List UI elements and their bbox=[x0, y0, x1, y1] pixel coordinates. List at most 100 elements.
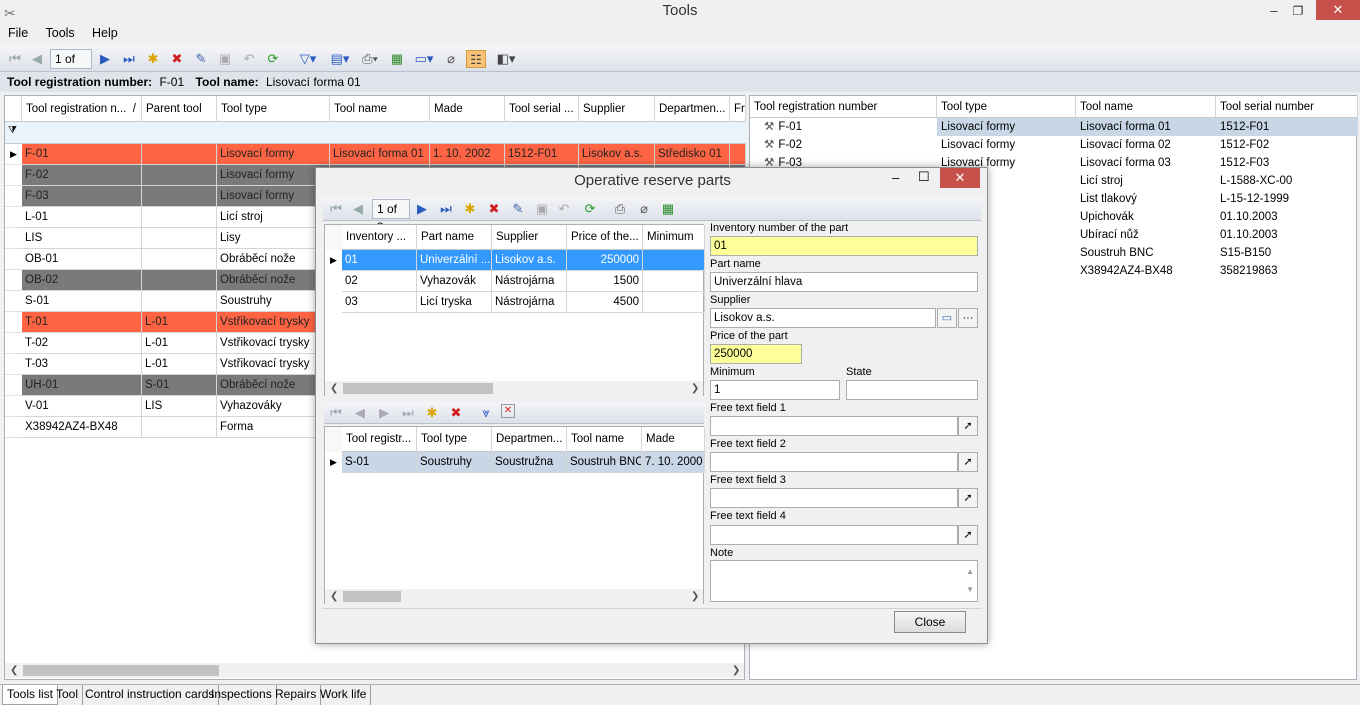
lt-scroll-thumb[interactable] bbox=[343, 591, 401, 602]
sub-first-icon[interactable]: ⏮ bbox=[327, 404, 345, 422]
col-header-dept[interactable]: Departmen... bbox=[655, 96, 730, 122]
delete-record-icon[interactable]: ✖ bbox=[168, 50, 186, 68]
prev-record-icon[interactable]: ◀ bbox=[28, 50, 46, 68]
col-header-fr[interactable]: Fr bbox=[730, 96, 746, 122]
scroll-thumb[interactable] bbox=[23, 665, 219, 676]
supplier-lookup-icon[interactable]: ▭ bbox=[937, 308, 957, 328]
tab-tools-list[interactable]: Tools list bbox=[2, 685, 59, 705]
minimum-field[interactable]: 1 bbox=[710, 380, 840, 400]
tab-control-instruction-cards[interactable]: Control instruction cards bbox=[81, 685, 220, 705]
restore-button[interactable]: ❐ bbox=[1288, 0, 1308, 22]
linked-tool-row[interactable]: ▶ S-01 Soustruhy Soustružna Soustruh BNC 7. 1… bbox=[325, 452, 705, 473]
supplier-more-button[interactable]: ··· bbox=[958, 308, 978, 328]
part-name-field[interactable]: Univerzální hlava bbox=[710, 272, 978, 292]
parts-scroll-left-icon[interactable]: ❮ bbox=[330, 381, 338, 396]
col-header-name[interactable]: Tool name bbox=[330, 96, 430, 122]
edit-record-icon[interactable]: ✎ bbox=[192, 50, 210, 68]
free-text-2-field[interactable] bbox=[710, 452, 958, 472]
note-field[interactable]: ▲ ▼ bbox=[710, 560, 978, 602]
refresh-icon[interactable]: ⟳ bbox=[264, 50, 282, 68]
menu-tools[interactable]: Tools bbox=[39, 22, 82, 44]
tree-row[interactable]: ⚒ F-01 Lisovací formy Lisovací forma 01 1512… bbox=[750, 118, 1358, 136]
parts-header-inv[interactable]: Inventory ... bbox=[342, 225, 417, 250]
dlg-refresh-icon[interactable]: ⟳ bbox=[581, 200, 599, 218]
parts-scroll-right-icon[interactable]: ❯ bbox=[691, 381, 699, 396]
lt-header-name[interactable]: Tool name bbox=[567, 427, 642, 452]
table-row[interactable]: ▶ F-01 Lisovací formy Lisovací forma 01 1. 1… bbox=[5, 144, 746, 165]
sub-delete-icon[interactable]: ✖ bbox=[447, 404, 465, 422]
dlg-save-icon[interactable]: ▣ bbox=[533, 200, 551, 218]
tree-row[interactable]: ⚒ F-02 Lisovací formy Lisovací forma 02 1512… bbox=[750, 136, 1358, 154]
parts-hscroll[interactable]: ❮ ❯ bbox=[325, 381, 703, 396]
export-excel-icon[interactable]: ▦ bbox=[388, 50, 406, 68]
tree-header-name[interactable]: Tool name bbox=[1076, 96, 1216, 118]
view-icon[interactable]: ▭▾ bbox=[412, 50, 436, 68]
sub-expand-icon[interactable]: ⩔ bbox=[477, 404, 495, 422]
supplier-field[interactable]: Lisokov a.s. bbox=[710, 308, 936, 328]
parts-header-price[interactable]: Price of the... bbox=[567, 225, 643, 250]
main-grid-hscroll[interactable]: ❮ ❯ bbox=[5, 663, 744, 678]
free-text-3-pin-icon[interactable]: ➚ bbox=[958, 488, 978, 508]
dlg-export-icon[interactable]: ▦ bbox=[659, 200, 677, 218]
attachment-icon[interactable]: ⌀ bbox=[442, 50, 460, 68]
sub-last-icon[interactable]: ⏭ bbox=[399, 404, 417, 422]
col-header-reg[interactable]: Tool registration n... / bbox=[22, 96, 142, 122]
close-window-button[interactable]: ✕ bbox=[1316, 0, 1360, 20]
tree-header-serial[interactable]: Tool serial number bbox=[1216, 96, 1358, 118]
note-scroll-up-icon[interactable]: ▲ bbox=[966, 563, 974, 581]
dlg-next-icon[interactable]: ▶ bbox=[413, 200, 431, 218]
state-field[interactable] bbox=[846, 380, 978, 400]
first-record-icon[interactable]: ⏮ bbox=[6, 50, 24, 68]
tree-header-type[interactable]: Tool type bbox=[937, 96, 1076, 118]
filter-icon[interactable]: ▽▾ bbox=[296, 50, 320, 68]
dlg-edit-icon[interactable]: ✎ bbox=[509, 200, 527, 218]
dlg-new-icon[interactable]: ✱ bbox=[461, 200, 479, 218]
lt-header-made[interactable]: Made bbox=[642, 427, 705, 452]
free-text-4-field[interactable] bbox=[710, 525, 958, 545]
parts-row[interactable]: ▶ 01 Univerzální ... Lisokov a.s. 250000 bbox=[325, 250, 705, 271]
col-header-type[interactable]: Tool type bbox=[217, 96, 330, 122]
tree-view-icon[interactable]: ☷ bbox=[466, 50, 486, 68]
lt-scroll-left-icon[interactable]: ❮ bbox=[330, 589, 338, 604]
tab-inspections[interactable]: Inspections bbox=[207, 685, 277, 705]
sub-prev-icon[interactable]: ◀ bbox=[351, 404, 369, 422]
scroll-left-icon[interactable]: ❮ bbox=[10, 663, 18, 678]
minimize-button[interactable]: – bbox=[1264, 0, 1284, 22]
undo-icon[interactable]: ↶ bbox=[240, 50, 258, 68]
lt-header-reg[interactable]: Tool registr... bbox=[342, 427, 417, 452]
parts-header-name[interactable]: Part name bbox=[417, 225, 492, 250]
parts-row[interactable]: 02 Vyhazovák Nástrojárna 1500 bbox=[325, 271, 705, 292]
dlg-undo-icon[interactable]: ↶ bbox=[555, 200, 573, 218]
dlg-last-icon[interactable]: ⏭ bbox=[437, 200, 455, 218]
print-icon[interactable]: ⎙▾ bbox=[358, 50, 382, 68]
dlg-delete-icon[interactable]: ✖ bbox=[485, 200, 503, 218]
free-text-2-pin-icon[interactable]: ➚ bbox=[958, 452, 978, 472]
layout-icon[interactable]: ◧▾ bbox=[492, 50, 520, 68]
dialog-close-icon[interactable]: ✕ bbox=[940, 168, 980, 188]
sub-new-icon[interactable]: ✱ bbox=[423, 404, 441, 422]
lt-hscroll[interactable]: ❮ ❯ bbox=[325, 589, 703, 604]
close-button[interactable]: Close bbox=[894, 611, 966, 633]
tab-tool[interactable]: Tool bbox=[52, 685, 84, 705]
lt-header-type[interactable]: Tool type bbox=[417, 427, 492, 452]
lt-header-dept[interactable]: Departmen... bbox=[492, 427, 567, 452]
parts-row[interactable]: 03 Licí tryska Nástrojárna 4500 bbox=[325, 292, 705, 313]
col-header-serial[interactable]: Tool serial ... bbox=[505, 96, 579, 122]
dlg-attachment-icon[interactable]: ⌀ bbox=[635, 200, 653, 218]
dlg-first-icon[interactable]: ⏮ bbox=[327, 200, 345, 218]
col-header-parent[interactable]: Parent tool bbox=[142, 96, 217, 122]
tab-repairs[interactable]: Repairs bbox=[271, 685, 322, 705]
save-icon[interactable]: ▣ bbox=[216, 50, 234, 68]
new-record-icon[interactable]: ✱ bbox=[144, 50, 162, 68]
columns-icon[interactable]: ▤▾ bbox=[328, 50, 352, 68]
free-text-3-field[interactable] bbox=[710, 488, 958, 508]
free-text-4-pin-icon[interactable]: ➚ bbox=[958, 525, 978, 545]
last-record-icon[interactable]: ⏭ bbox=[120, 50, 138, 68]
price-field[interactable]: 250000 bbox=[710, 344, 802, 364]
dlg-prev-icon[interactable]: ◀ bbox=[349, 200, 367, 218]
free-text-1-pin-icon[interactable]: ➚ bbox=[958, 416, 978, 436]
col-header-supplier[interactable]: Supplier bbox=[579, 96, 655, 122]
tab-work-life[interactable]: Work life bbox=[316, 685, 372, 705]
lt-scroll-right-icon[interactable]: ❯ bbox=[691, 589, 699, 604]
parts-header-minimum[interactable]: Minimum bbox=[643, 225, 705, 250]
